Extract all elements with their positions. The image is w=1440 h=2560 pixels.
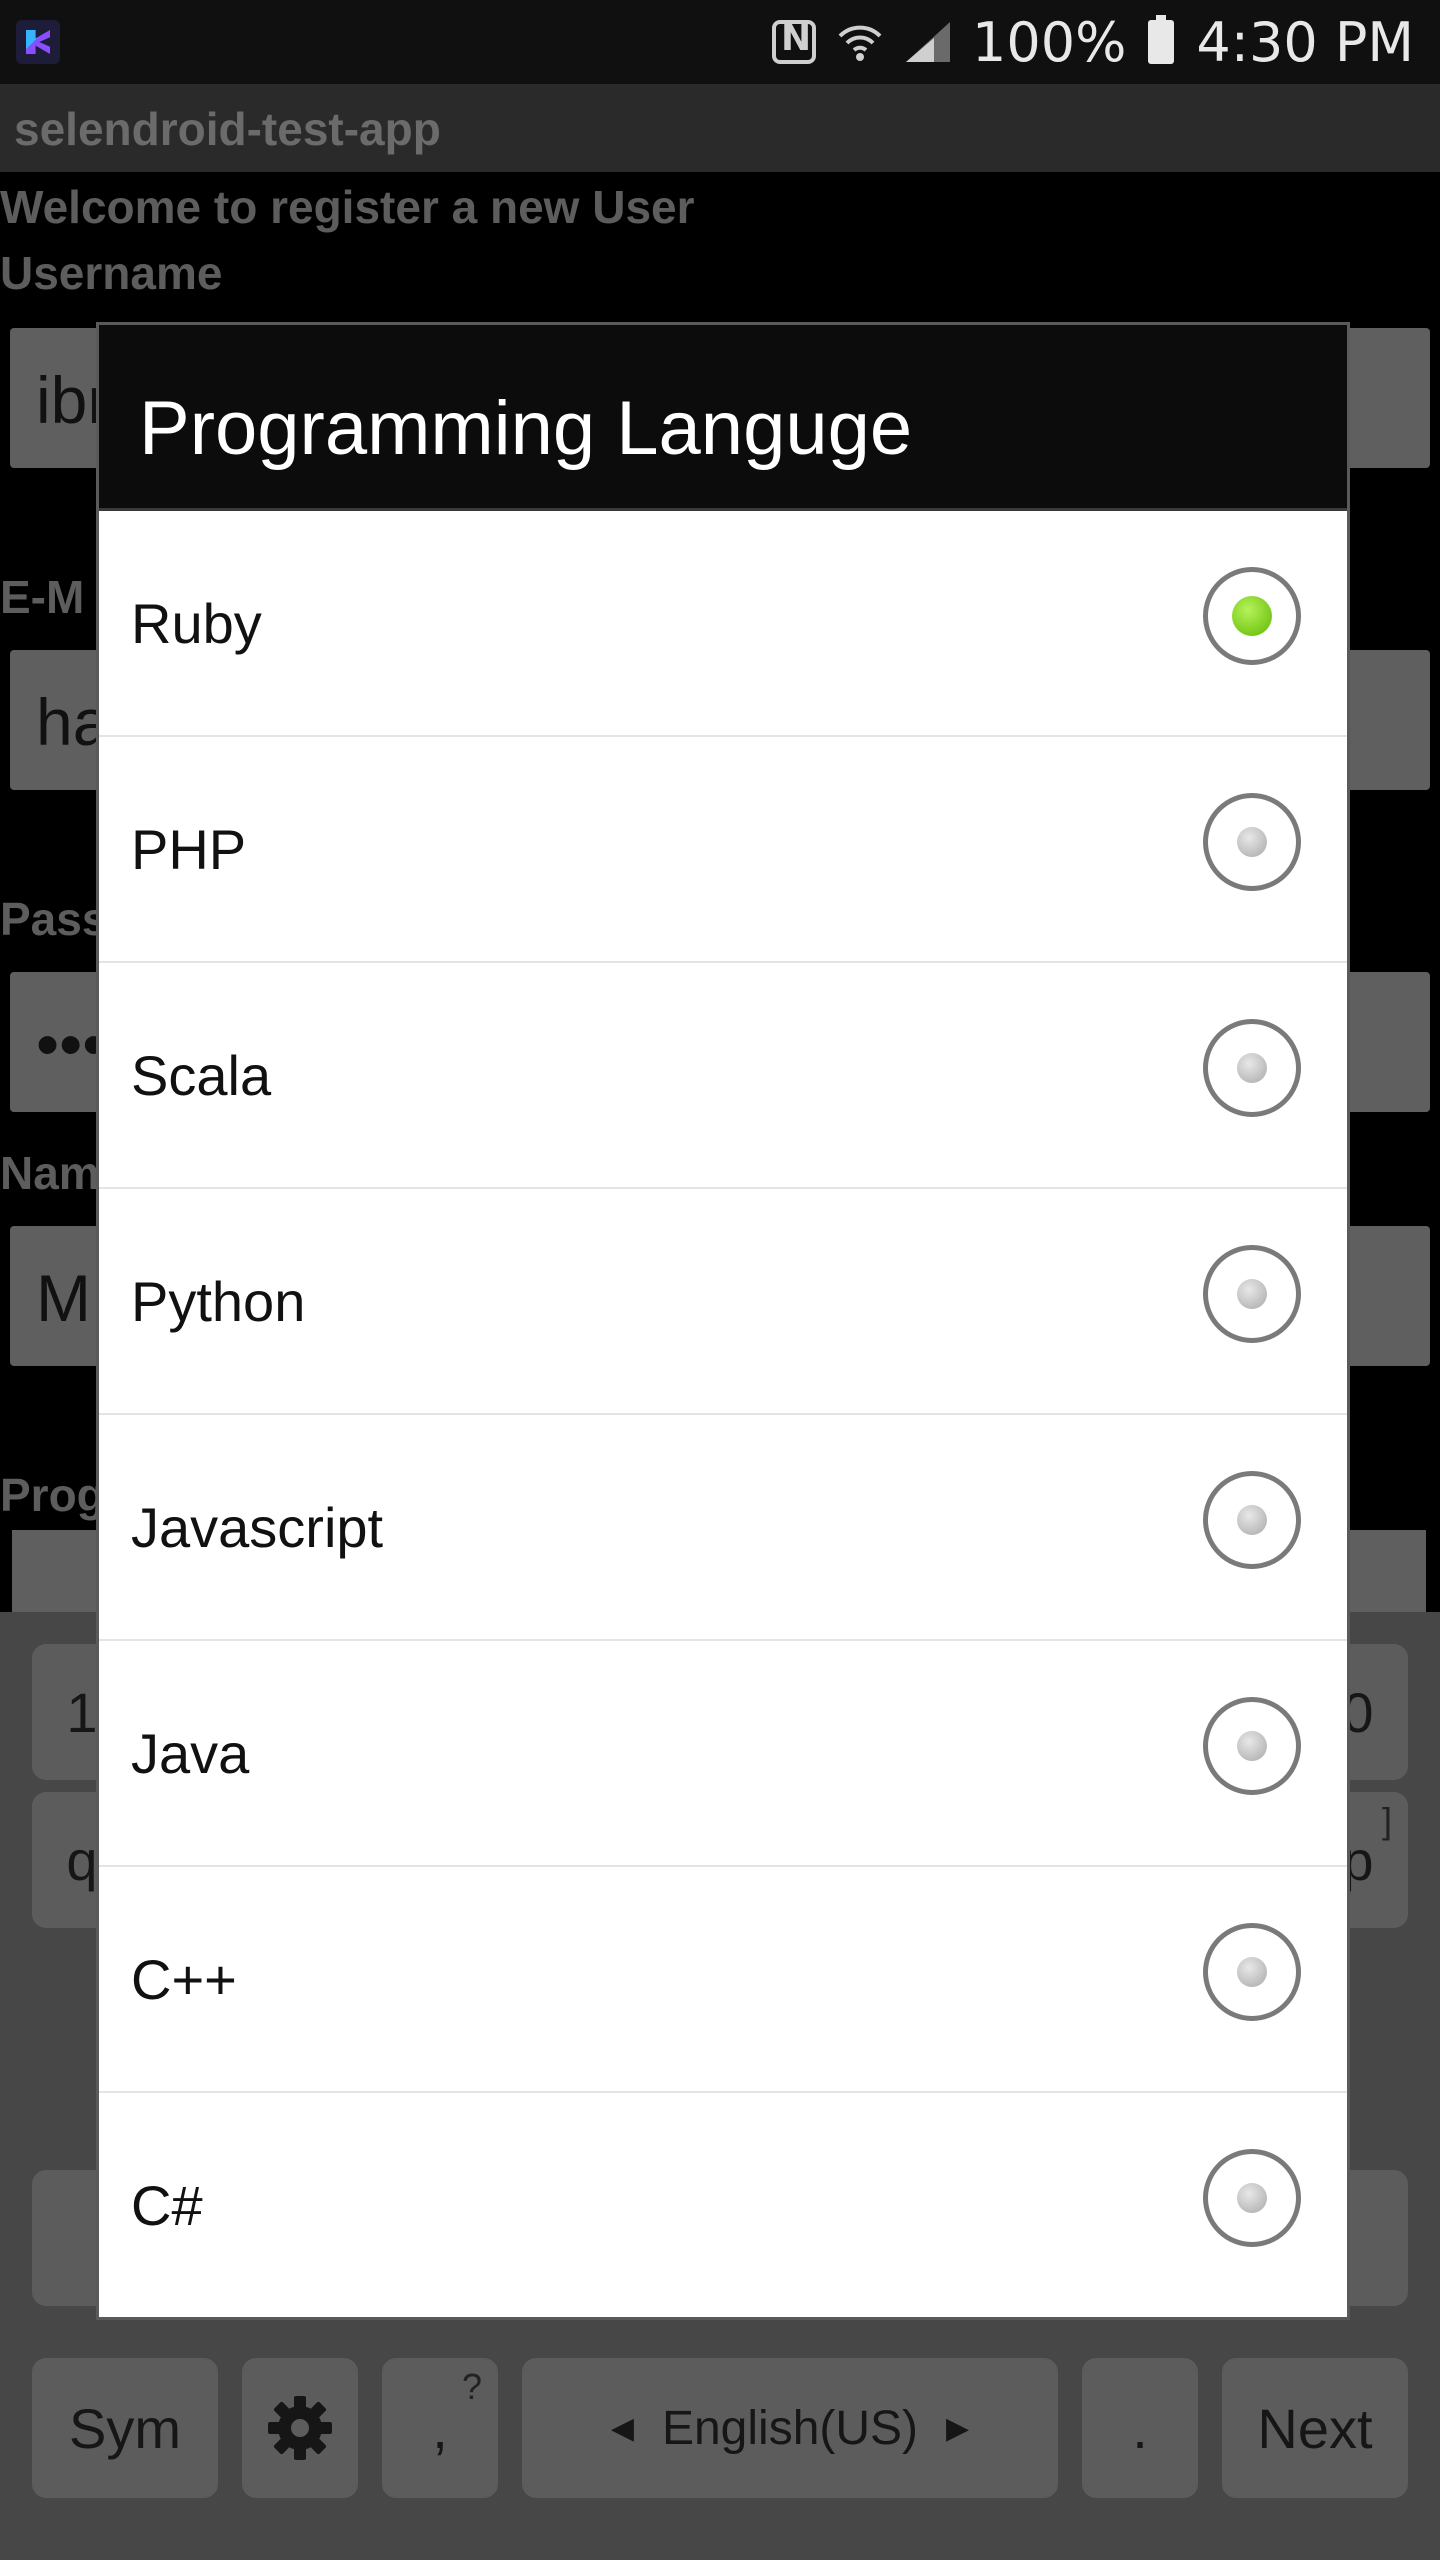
programming-language-label: Prog (0, 1469, 105, 1521)
next-key[interactable]: Next (1222, 2358, 1408, 2498)
programming-language-dialog: Programming Languge Ruby PHP Scala Pytho… (96, 322, 1350, 2320)
option-java[interactable]: Java (99, 1641, 1347, 1867)
radio-button[interactable] (1203, 793, 1301, 891)
option-ruby[interactable]: Ruby (99, 511, 1347, 737)
period-key[interactable]: . (1082, 2358, 1198, 2498)
option-label: C# (131, 2174, 203, 2237)
option-label: C++ (131, 1948, 237, 2011)
app-notification-icon (16, 20, 60, 64)
clock: 4:30 PM (1196, 10, 1414, 74)
name-label: Nam (0, 1147, 100, 1199)
option-label: PHP (131, 818, 247, 881)
username-label: Username (0, 247, 223, 299)
option-label: Python (131, 1270, 306, 1333)
battery-percent: 100% (972, 10, 1127, 74)
radio-dot (1237, 1505, 1267, 1535)
welcome-text: Welcome to register a new User (0, 181, 695, 233)
settings-key[interactable] (242, 2358, 358, 2498)
email-label: E-M (0, 571, 85, 623)
radio-dot (1232, 596, 1272, 636)
chevron-right-icon: ▶ (946, 2411, 970, 2445)
wifi-icon (838, 25, 882, 61)
comma-key[interactable]: , ? (382, 2358, 498, 2498)
option-label: Java (131, 1722, 250, 1785)
radio-button[interactable] (1203, 1471, 1301, 1569)
nfc-icon (772, 18, 817, 64)
radio-dot (1237, 827, 1267, 857)
status-indicators: 100% 4:30 PM (772, 0, 1414, 84)
dialog-header: Programming Languge (99, 325, 1347, 511)
radio-button[interactable] (1203, 1923, 1301, 2021)
battery-icon (1148, 15, 1175, 64)
status-bar: 100% 4:30 PM (0, 0, 1440, 84)
signal-icon (906, 22, 951, 62)
radio-button[interactable] (1203, 2149, 1301, 2247)
option-label: Scala (131, 1044, 272, 1107)
option-php[interactable]: PHP (99, 737, 1347, 963)
radio-dot (1237, 2183, 1267, 2213)
app-title: selendroid-test-app (14, 103, 441, 155)
gear-icon (268, 2396, 332, 2460)
radio-button[interactable] (1203, 567, 1301, 665)
name-value: M (36, 1261, 91, 1335)
password-label: Pass (0, 893, 108, 945)
radio-dot (1237, 1731, 1267, 1761)
option-python[interactable]: Python (99, 1189, 1347, 1415)
option-cpp[interactable]: C++ (99, 1867, 1347, 2093)
language-key[interactable]: ◀ English(US) ▶ (522, 2358, 1058, 2498)
dialog-title: Programming Languge (139, 386, 913, 471)
radio-dot (1237, 1053, 1267, 1083)
option-csharp[interactable]: C# (99, 2093, 1347, 2319)
option-list: Ruby PHP Scala Python Javascript Java C+… (99, 511, 1347, 2319)
sym-key[interactable]: Sym (32, 2358, 218, 2498)
radio-button[interactable] (1203, 1697, 1301, 1795)
radio-button[interactable] (1203, 1245, 1301, 1343)
option-scala[interactable]: Scala (99, 963, 1347, 1189)
option-label: Ruby (131, 592, 262, 655)
chevron-left-icon: ◀ (610, 2411, 634, 2445)
action-bar: selendroid-test-app (0, 84, 1440, 172)
option-label: Javascript (131, 1496, 384, 1559)
password-value: ••• (36, 1007, 106, 1081)
option-javascript[interactable]: Javascript (99, 1415, 1347, 1641)
radio-dot (1237, 1957, 1267, 1987)
radio-dot (1237, 1279, 1267, 1309)
radio-button[interactable] (1203, 1019, 1301, 1117)
